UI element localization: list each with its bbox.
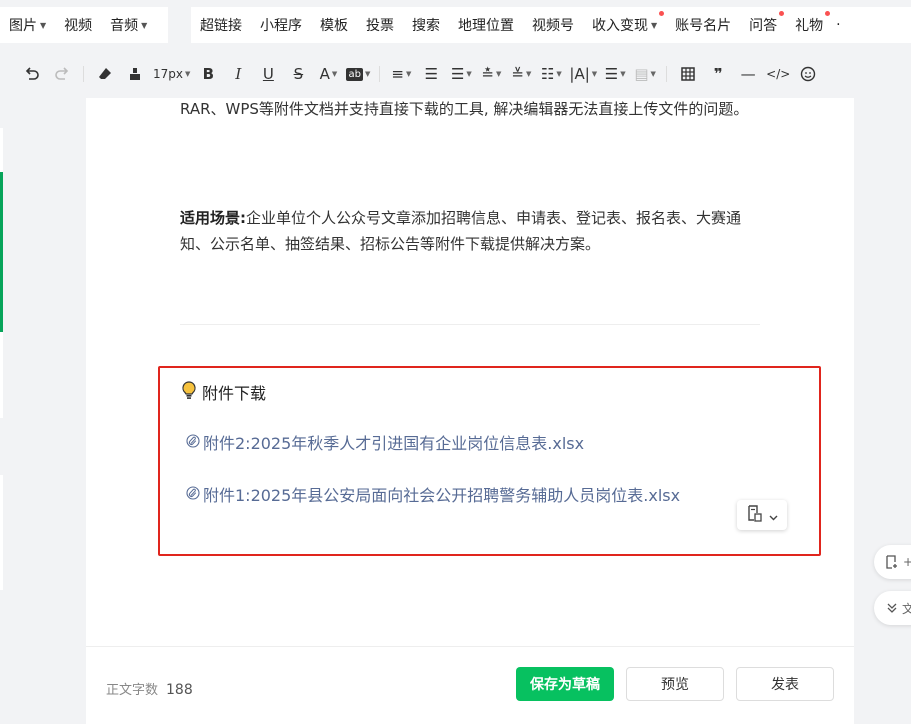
emoji-icon[interactable]	[796, 59, 820, 89]
menu-item-account-card[interactable]: 账号名片	[666, 7, 740, 43]
highlight-icon[interactable]: ab ▼	[346, 59, 370, 89]
menu-item-hyperlink[interactable]: 超链接	[191, 7, 251, 43]
menu-item-audio[interactable]: 音频 ▼	[101, 7, 156, 43]
editor-footer: 正文字数 188 保存为草稿 预览 发表	[86, 646, 854, 724]
code-icon[interactable]: </>	[766, 59, 790, 89]
caret-down-icon: ▼	[650, 70, 656, 78]
publish-button[interactable]: 发表	[736, 667, 834, 701]
indent-icon[interactable]: ☰	[419, 59, 443, 89]
caret-down-icon: ▼	[466, 70, 472, 78]
strikethrough-icon[interactable]: S	[286, 59, 310, 89]
menu-group-insert: 超链接 小程序 模板 投票 搜索 地理位置 视频号 收入变现 ▼ 账号名片 问答 …	[191, 7, 911, 43]
paragraph-spacing-after-icon[interactable]: ≚ ▼	[509, 59, 533, 89]
align-icon[interactable]: ≡ ▼	[389, 59, 413, 89]
list-icon[interactable]: ☰ ▼	[603, 59, 627, 89]
menu-item-location[interactable]: 地理位置	[449, 7, 523, 43]
paragraph-spacing-before-icon[interactable]: ≛ ▼	[479, 59, 503, 89]
format-toolbar: 17px ▼ B I U S A ▼ ab ▼ ≡ ▼ ☰ ☰ ▼ ≛ ▼ ≚ ▼ ☷ ▼ |A…	[0, 50, 911, 98]
toolbar-divider	[83, 66, 84, 82]
attachment-download-block: 附件下载 附件2:2025年秋季人才引进国有企业岗位信息表.xlsx 附件1:2…	[158, 366, 821, 556]
italic-icon[interactable]: I	[226, 59, 250, 89]
caret-down-icon: ▼	[141, 20, 148, 30]
divider-line-icon[interactable]: —	[736, 59, 760, 89]
note-add-icon	[886, 555, 897, 569]
menu-item-template[interactable]: 模板	[311, 7, 357, 43]
redo-icon[interactable]	[50, 59, 74, 89]
menu-item-monetize[interactable]: 收入变现 ▼	[583, 7, 666, 43]
chevron-down-icon	[769, 506, 778, 525]
caret-down-icon: ▼	[40, 20, 47, 30]
border-shading-icon[interactable]: ▤ ▼	[633, 59, 657, 89]
format-painter-icon[interactable]	[123, 59, 147, 89]
underline-icon[interactable]: U	[256, 59, 280, 89]
caret-down-icon: ▼	[405, 70, 412, 78]
attachment-title: 附件下载	[182, 380, 266, 404]
toolbar-divider	[379, 66, 381, 82]
left-panel-edge	[0, 475, 3, 590]
content-divider	[180, 324, 760, 325]
right-float-note-button[interactable]: +	[874, 545, 911, 579]
indent-both-icon[interactable]: ☷ ▼	[539, 59, 563, 89]
menu-item-vote[interactable]: 投票	[357, 7, 403, 43]
block-options-button[interactable]	[737, 500, 787, 530]
menu-item-gift[interactable]: 礼物	[786, 7, 832, 43]
notification-dot	[825, 11, 831, 16]
attachment-link-1[interactable]: 附件1:2025年县公安局面向社会公开招聘警务辅助人员岗位表.xlsx	[186, 482, 680, 506]
caret-down-icon: ▼	[591, 70, 598, 78]
caret-down-icon: ▼	[185, 70, 191, 78]
caret-down-icon: ▼	[495, 70, 502, 78]
eraser-icon[interactable]	[93, 59, 117, 89]
menu-item-miniprogram[interactable]: 小程序	[251, 7, 311, 43]
save-draft-button[interactable]: 保存为草稿	[516, 667, 614, 701]
paragraph-description: RAR、WPS等附件文档并支持直接下载的工具, 解决编辑器无法直接上传文件的问题…	[180, 100, 749, 118]
scenarios-text: 企业单位个人公众号文章添加招聘信息、申请表、登记表、报名表、大赛通知、公示名单、…	[180, 209, 742, 253]
scenarios-label: 适用场景:	[180, 209, 246, 227]
word-count: 正文字数 188	[106, 682, 193, 698]
font-size-select[interactable]: 17px ▼	[153, 59, 190, 89]
menu-item-search[interactable]: 搜索	[403, 7, 449, 43]
paperclip-icon	[186, 433, 200, 452]
paragraph-scenarios: 适用场景:企业单位个人公众号文章添加招聘信息、申请表、登记表、报名表、大赛通知、…	[180, 205, 762, 257]
editor-page[interactable]: RAR、WPS等附件文档并支持直接下载的工具, 解决编辑器无法直接上传文件的问题…	[86, 98, 854, 646]
attachment-link-2[interactable]: 附件2:2025年秋季人才引进国有企业岗位信息表.xlsx	[186, 430, 584, 454]
caret-down-icon: ▼	[651, 20, 658, 30]
letter-spacing-icon[interactable]: |A| ▼	[569, 59, 597, 89]
menu-more-icon[interactable]: ·	[832, 7, 844, 43]
menu-item-channels[interactable]: 视频号	[523, 7, 583, 43]
caret-down-icon: ▼	[331, 70, 338, 78]
table-icon[interactable]	[676, 59, 700, 89]
paperclip-icon	[186, 485, 200, 504]
caret-down-icon: ▼	[620, 70, 626, 78]
double-chevron-down-icon	[887, 603, 897, 613]
notification-dot	[659, 11, 665, 16]
notification-dot	[779, 11, 785, 16]
menu-group-media: 图片 ▼ 视频 音频 ▼	[0, 7, 168, 43]
menu-item-video[interactable]: 视频	[55, 7, 101, 43]
line-height-icon[interactable]: ☰ ▼	[449, 59, 473, 89]
caret-down-icon: ▼	[364, 70, 371, 78]
lightbulb-icon	[182, 380, 196, 404]
toolbar-divider	[666, 66, 668, 82]
insert-menubar: 图片 ▼ 视频 音频 ▼ 超链接 小程序 模板 投票 搜索 地理位置 视频号 收入变…	[0, 0, 911, 50]
caret-down-icon: ▼	[525, 70, 532, 78]
left-panel-active-indicator	[0, 172, 3, 332]
quote-icon[interactable]: ❞	[706, 59, 730, 89]
font-color-icon[interactable]: A ▼	[316, 59, 340, 89]
word-count-value: 188	[166, 682, 193, 698]
right-float-expand-button[interactable]: 文	[874, 591, 911, 625]
document-icon	[747, 504, 763, 526]
menu-item-qa[interactable]: 问答	[740, 7, 786, 43]
menu-item-image[interactable]: 图片 ▼	[0, 7, 55, 43]
undo-icon[interactable]	[20, 59, 44, 89]
bold-icon[interactable]: B	[196, 59, 220, 89]
caret-down-icon: ▼	[556, 70, 562, 78]
preview-button[interactable]: 预览	[626, 667, 724, 701]
